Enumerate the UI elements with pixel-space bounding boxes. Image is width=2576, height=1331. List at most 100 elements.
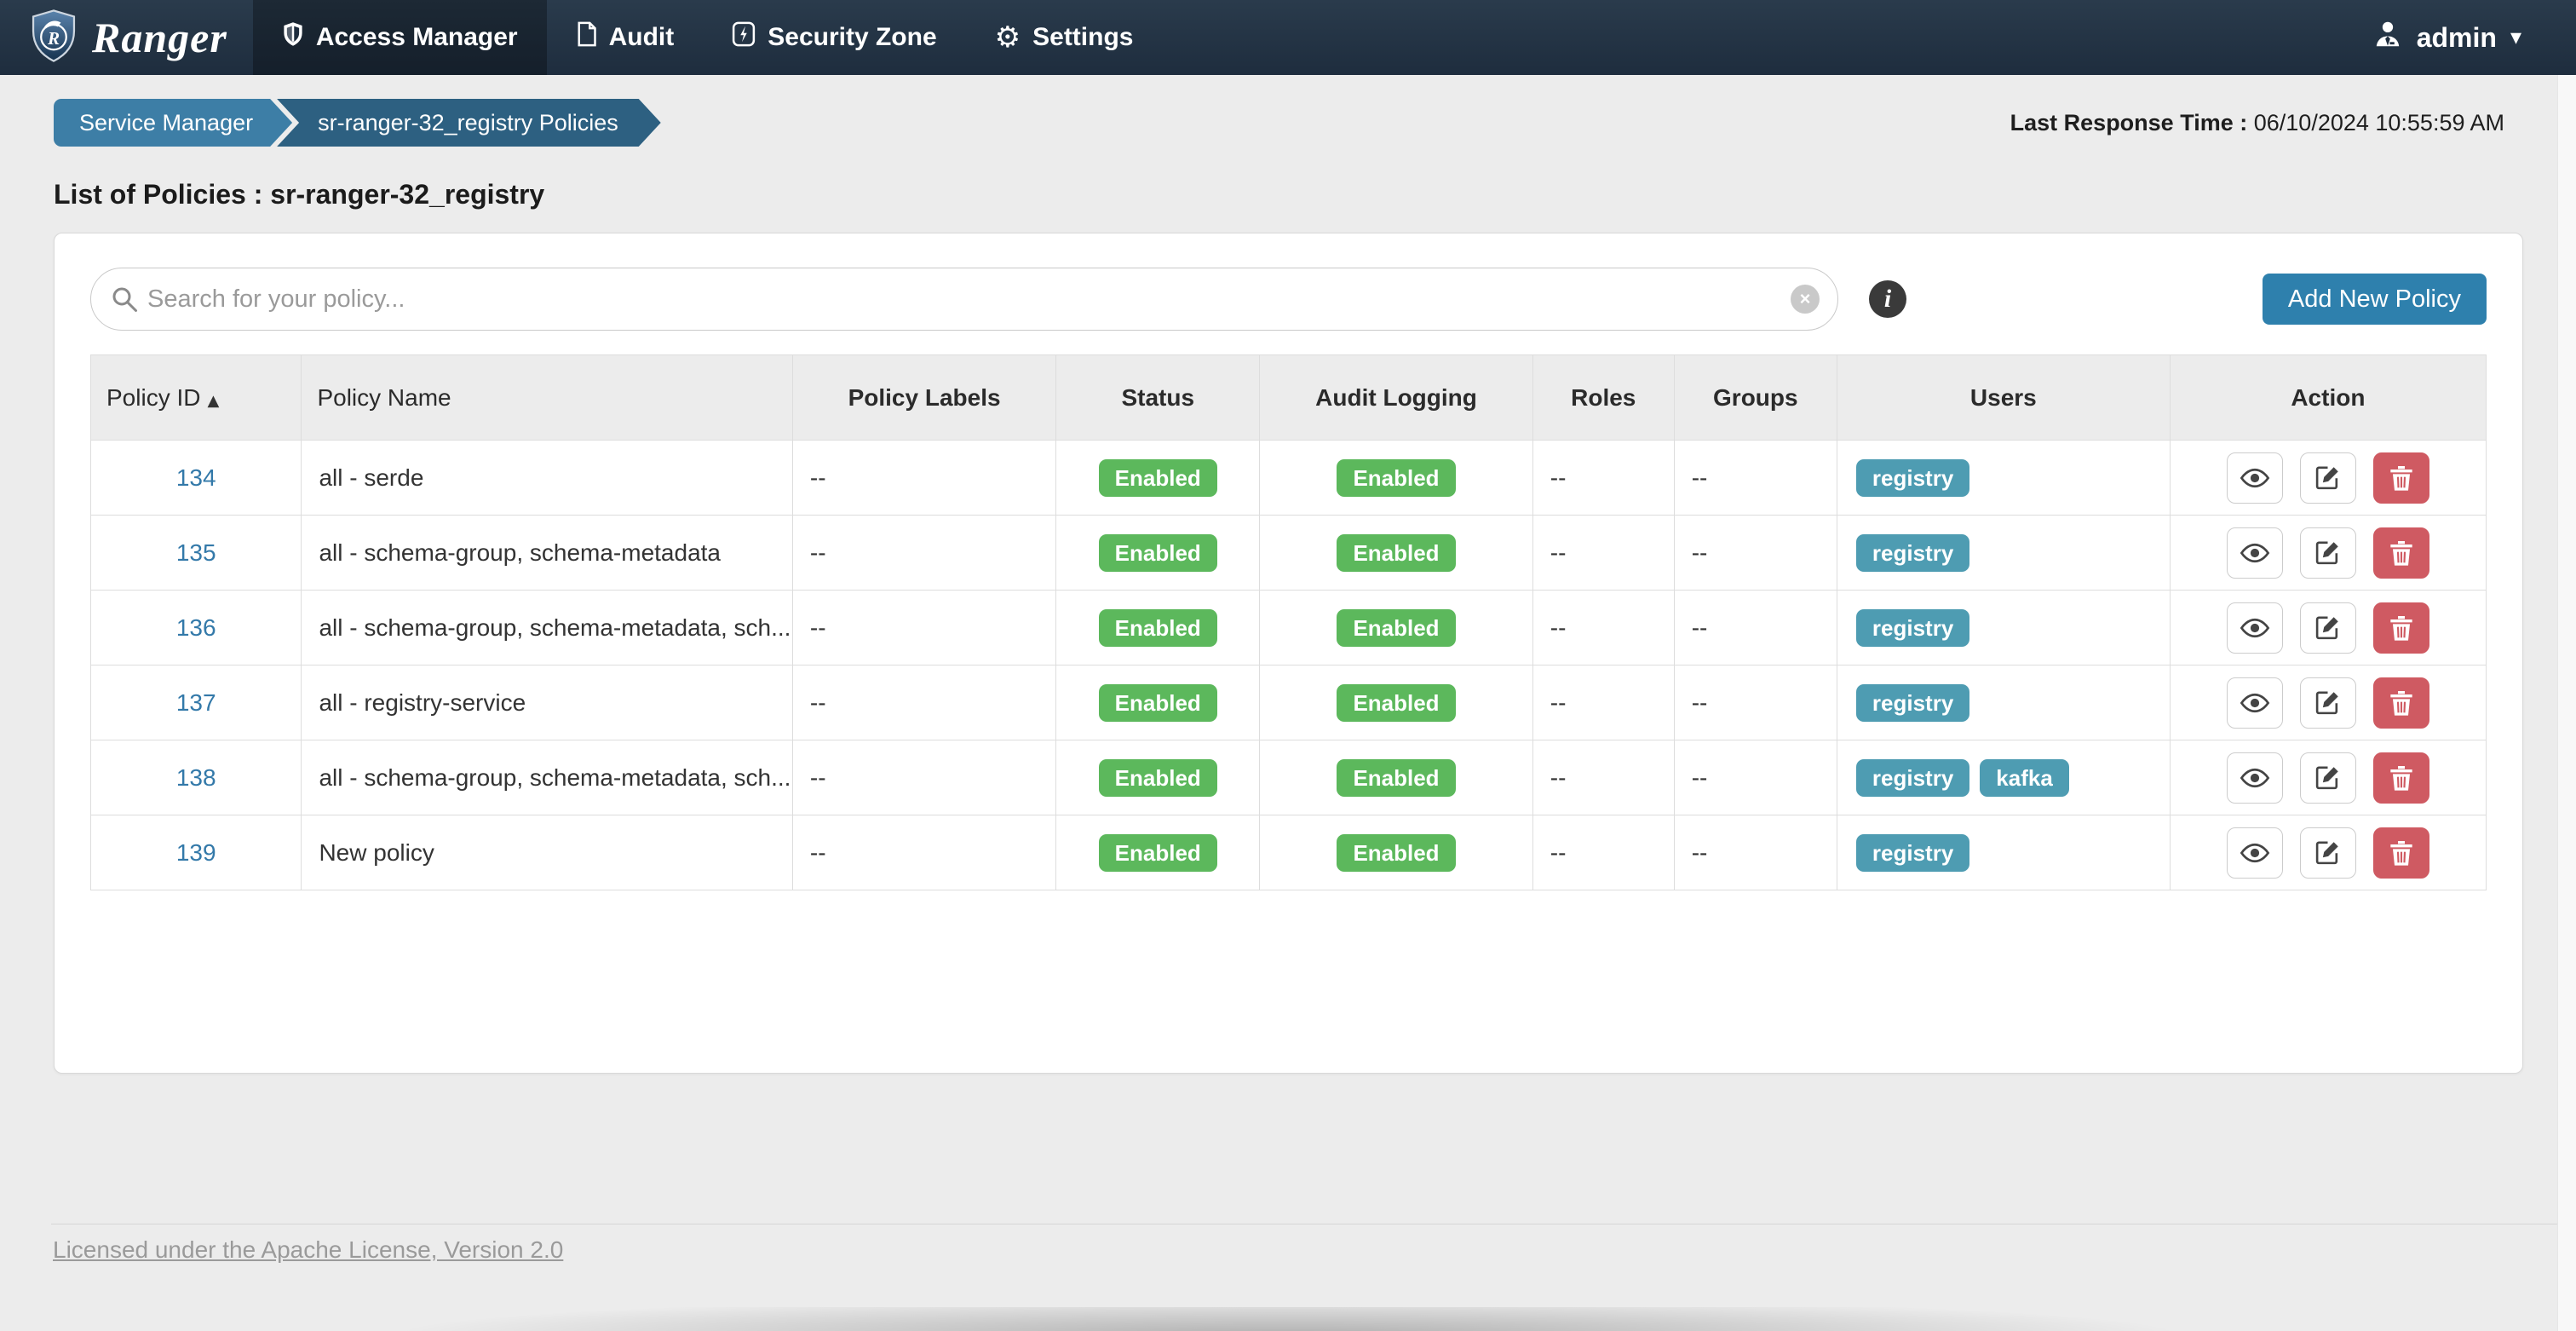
view-policy-button[interactable]: [2227, 827, 2284, 879]
status-badge: Enabled: [1098, 458, 1217, 497]
user-badge: registry: [1855, 833, 1970, 872]
audit-badge: Enabled: [1337, 608, 1456, 647]
users-cell: registry: [1836, 440, 2171, 516]
col-policy-id[interactable]: Policy ID ▲: [89, 354, 302, 441]
delete-policy-button[interactable]: [2372, 602, 2429, 654]
roles-cell: --: [1532, 665, 1675, 740]
user-icon: [2372, 19, 2403, 56]
delete-policy-button[interactable]: [2372, 677, 2429, 729]
policy-id-link[interactable]: 137: [176, 689, 216, 716]
users-cell: registry: [1836, 515, 2171, 591]
edit-policy-button[interactable]: [2299, 677, 2356, 729]
delete-policy-button[interactable]: [2372, 527, 2429, 579]
groups-cell: --: [1673, 740, 1837, 815]
policy-table-body: 134 all - serde -- Enabled Enabled -- --…: [89, 440, 2487, 890]
roles-cell: --: [1532, 515, 1675, 591]
status-badge: Enabled: [1098, 533, 1217, 572]
footer: Licensed under the Apache License, Versi…: [0, 1224, 2576, 1264]
delete-policy-button[interactable]: [2372, 452, 2429, 504]
users-cell: registry: [1836, 665, 2171, 740]
policy-name-cell: all - schema-group, schema-metadata, sch…: [301, 740, 793, 815]
policy-id-link[interactable]: 135: [176, 539, 216, 566]
sort-asc-icon: ▲: [207, 391, 220, 410]
view-policy-button[interactable]: [2227, 602, 2284, 654]
user-badge: kafka: [1980, 758, 2069, 797]
nav-access-manager[interactable]: Access Manager: [252, 0, 547, 75]
user-badge: registry: [1855, 608, 1970, 647]
table-row: 135 all - schema-group, schema-metadata …: [89, 515, 2487, 591]
groups-cell: --: [1673, 665, 1837, 740]
status-badge: Enabled: [1098, 683, 1217, 722]
view-policy-button[interactable]: [2227, 452, 2284, 504]
breadcrumb-current-policies: sr-ranger-32_registry Policies: [277, 99, 661, 147]
groups-cell: --: [1673, 815, 1837, 890]
license-link[interactable]: Licensed under the Apache License, Versi…: [53, 1236, 563, 1263]
policy-id-link[interactable]: 136: [176, 614, 216, 641]
nav-audit[interactable]: Audit: [547, 0, 704, 75]
groups-cell: --: [1673, 590, 1837, 666]
shield-icon: [282, 21, 304, 54]
col-action: Action: [2169, 354, 2487, 441]
policy-id-link[interactable]: 138: [176, 764, 216, 791]
roles-cell: --: [1532, 440, 1675, 516]
breadcrumb: Service Manager sr-ranger-32_registry Po…: [54, 99, 661, 147]
bottom-shadow: [0, 1307, 2576, 1331]
breadcrumb-service-manager[interactable]: Service Manager: [54, 99, 292, 147]
policies-table: Policy ID ▲ Policy Name Policy Labels Sta…: [89, 354, 2487, 890]
view-policy-button[interactable]: [2227, 527, 2284, 579]
audit-badge: Enabled: [1337, 533, 1456, 572]
search-wrap: ×: [90, 268, 1838, 331]
user-badge: registry: [1855, 458, 1970, 497]
policy-id-link[interactable]: 134: [176, 464, 216, 491]
delete-policy-button[interactable]: [2372, 752, 2429, 804]
table-row: 138 all - schema-group, schema-metadata,…: [89, 740, 2487, 815]
policy-id-link[interactable]: 139: [176, 839, 216, 866]
roles-cell: --: [1532, 590, 1675, 666]
nav-settings[interactable]: ⚙ Settings: [966, 0, 1163, 75]
svg-text:R: R: [47, 27, 60, 48]
page-title: List of Policies : sr-ranger-32_registry: [54, 179, 545, 210]
user-name: admin: [2416, 21, 2497, 53]
user-badge: registry: [1855, 683, 1970, 722]
edit-policy-button[interactable]: [2299, 602, 2356, 654]
policy-labels-cell: --: [791, 815, 1057, 890]
users-cell: registry: [1836, 590, 2171, 666]
edit-policy-button[interactable]: [2299, 827, 2356, 879]
top-navbar: R Ranger Access Manager Audit Security Z…: [0, 0, 2576, 75]
policy-labels-cell: --: [791, 590, 1057, 666]
info-icon[interactable]: i: [1869, 280, 1906, 318]
main-nav: Access Manager Audit Security Zone ⚙ Set…: [252, 0, 1163, 75]
user-menu[interactable]: admin ▾: [2372, 0, 2576, 75]
nav-item-label: Settings: [1032, 23, 1134, 51]
clear-search-icon[interactable]: ×: [1791, 285, 1820, 314]
edit-policy-button[interactable]: [2299, 527, 2356, 579]
col-groups: Groups: [1673, 354, 1837, 441]
ranger-brand[interactable]: R Ranger: [0, 0, 253, 75]
col-policy-name[interactable]: Policy Name: [301, 354, 793, 441]
users-cell: registry: [1836, 815, 2171, 890]
policy-labels-cell: --: [791, 665, 1057, 740]
audit-badge: Enabled: [1337, 458, 1456, 497]
groups-cell: --: [1673, 440, 1837, 516]
user-badge: registry: [1855, 533, 1970, 572]
last-response-time: Last Response Time : 06/10/2024 10:55:59…: [2010, 109, 2504, 135]
delete-policy-button[interactable]: [2372, 827, 2429, 879]
table-row: 136 all - schema-group, schema-metadata,…: [89, 590, 2487, 666]
policy-name-cell: all - schema-group, schema-metadata, sch…: [301, 590, 793, 666]
add-new-policy-button[interactable]: Add New Policy: [2262, 274, 2487, 325]
users-cell: registry kafka: [1836, 740, 2171, 815]
view-policy-button[interactable]: [2227, 677, 2284, 729]
status-badge: Enabled: [1098, 608, 1217, 647]
table-row: 137 all - registry-service -- Enabled En…: [89, 665, 2487, 740]
edit-policy-button[interactable]: [2299, 452, 2356, 504]
edit-policy-button[interactable]: [2299, 752, 2356, 804]
ranger-logo-icon: R: [29, 9, 78, 66]
nav-security-zone[interactable]: Security Zone: [703, 0, 965, 75]
search-input[interactable]: [90, 268, 1838, 331]
scrollbar-track[interactable]: [2557, 75, 2576, 1331]
view-policy-button[interactable]: [2227, 752, 2284, 804]
col-users: Users: [1836, 354, 2171, 441]
status-badge: Enabled: [1098, 758, 1217, 797]
groups-cell: --: [1673, 515, 1837, 591]
user-badge: registry: [1855, 758, 1970, 797]
